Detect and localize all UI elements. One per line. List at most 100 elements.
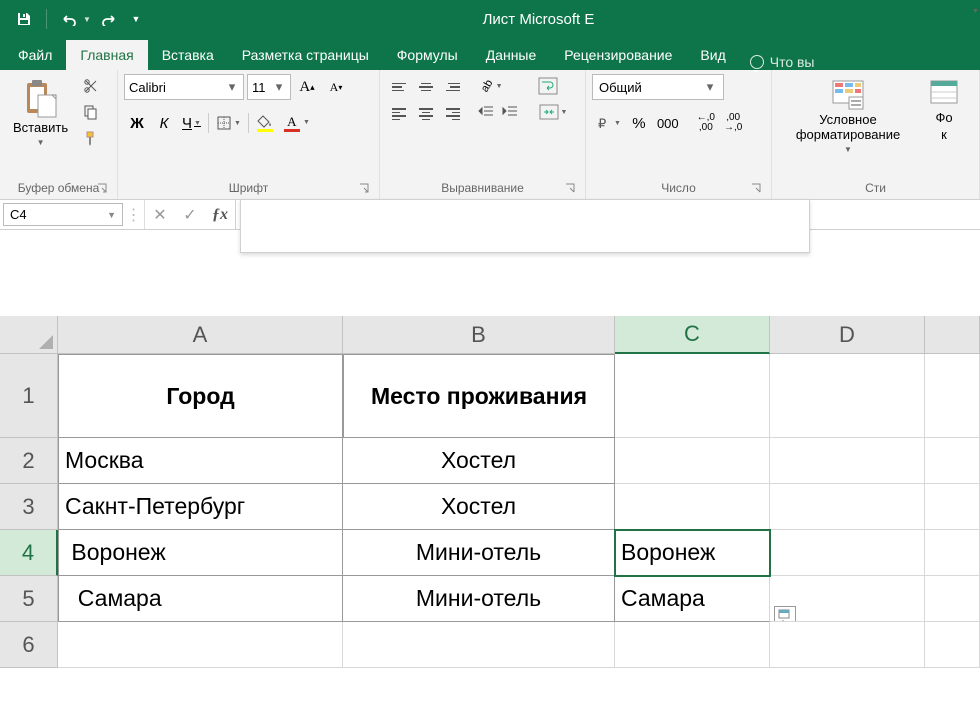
cell-D6[interactable] bbox=[770, 622, 925, 668]
tab-review[interactable]: Рецензирование bbox=[550, 40, 686, 70]
cell-B3[interactable]: Хостел bbox=[343, 484, 615, 530]
row-header-3[interactable]: 3 bbox=[0, 484, 58, 530]
formula-input[interactable]: =СЖПРОБЕЛЫ(A4) bbox=[236, 200, 980, 229]
tell-me[interactable]: Что вы bbox=[740, 54, 825, 70]
format-as-table-button[interactable]: Фо к bbox=[922, 74, 966, 148]
underline-button[interactable]: Ч▼ bbox=[178, 110, 205, 136]
col-header-E[interactable] bbox=[925, 316, 980, 354]
col-header-B[interactable]: B bbox=[343, 316, 615, 354]
cut-button[interactable] bbox=[79, 74, 103, 98]
tab-view[interactable]: Вид bbox=[686, 40, 739, 70]
alignment-dialog-launcher[interactable] bbox=[563, 181, 577, 195]
font-size-caret[interactable]: ▾ bbox=[272, 79, 286, 95]
accounting-button[interactable]: ₽▼ bbox=[592, 110, 625, 136]
wrap-text-button[interactable] bbox=[532, 74, 564, 98]
fill-color-button[interactable]: ▼ bbox=[252, 110, 278, 136]
name-box[interactable]: C4 ▼ bbox=[3, 203, 123, 226]
cell-D3[interactable] bbox=[770, 484, 925, 530]
align-top-button[interactable] bbox=[386, 74, 412, 100]
shrink-font-button[interactable]: A▾ bbox=[323, 74, 349, 100]
font-name-caret[interactable]: ▾ bbox=[225, 79, 239, 95]
cell-A1[interactable]: Город bbox=[58, 354, 343, 438]
increase-decimal-button[interactable]: ←,0,00 bbox=[693, 110, 719, 136]
tab-page-layout[interactable]: Разметка страницы bbox=[228, 40, 383, 70]
redo-button[interactable] bbox=[93, 5, 125, 33]
borders-button[interactable]: ▼ bbox=[212, 110, 245, 136]
number-format-combo[interactable]: Общий ▾ bbox=[592, 74, 724, 100]
cell-A4[interactable]: Воронеж bbox=[58, 530, 343, 576]
cell-B4[interactable]: Мини-отель bbox=[343, 530, 615, 576]
comma-button[interactable]: 000 bbox=[653, 110, 683, 136]
col-header-D[interactable]: D bbox=[770, 316, 925, 354]
cell-B2[interactable]: Хостел bbox=[343, 438, 615, 484]
row-header-2[interactable]: 2 bbox=[0, 438, 58, 484]
align-left-button[interactable] bbox=[386, 101, 412, 127]
cell-E6[interactable] bbox=[925, 622, 980, 668]
cell-C2[interactable] bbox=[615, 438, 770, 484]
cancel-formula-button[interactable]: ✕ bbox=[145, 205, 175, 225]
undo-button[interactable] bbox=[53, 5, 85, 33]
tab-file[interactable]: Файл bbox=[4, 40, 66, 70]
grow-font-button[interactable]: A▴ bbox=[294, 74, 320, 100]
cell-D4[interactable] bbox=[770, 530, 925, 576]
cell-E4[interactable] bbox=[925, 530, 980, 576]
name-box-caret[interactable]: ▼ bbox=[107, 210, 116, 220]
row-header-6[interactable]: 6 bbox=[0, 622, 58, 668]
merge-button[interactable]: ▼ bbox=[532, 100, 574, 124]
cell-D2[interactable] bbox=[770, 438, 925, 484]
autofill-options-button[interactable] bbox=[774, 606, 796, 622]
align-middle-button[interactable] bbox=[413, 74, 439, 100]
italic-button[interactable]: К bbox=[151, 110, 177, 136]
cell-B6[interactable] bbox=[343, 622, 615, 668]
row-header-4[interactable]: 4 bbox=[0, 530, 58, 576]
cell-B5[interactable]: Мини-отель bbox=[343, 576, 615, 622]
save-button[interactable] bbox=[8, 5, 40, 33]
tab-formulas[interactable]: Формулы bbox=[383, 40, 472, 70]
cell-A2[interactable]: Москва bbox=[58, 438, 343, 484]
align-bottom-button[interactable] bbox=[440, 74, 466, 100]
clipboard-dialog-launcher[interactable] bbox=[95, 181, 109, 195]
cell-C6[interactable] bbox=[615, 622, 770, 668]
insert-function-button[interactable]: ƒx bbox=[205, 206, 235, 224]
increase-indent-button[interactable] bbox=[498, 100, 522, 124]
tab-home[interactable]: Главная bbox=[66, 40, 147, 70]
orientation-button[interactable]: ab▼ bbox=[474, 74, 510, 98]
cell-C5[interactable]: Самара bbox=[615, 576, 770, 622]
undo-caret[interactable]: ▼ bbox=[83, 15, 91, 24]
cell-C3[interactable] bbox=[615, 484, 770, 530]
paste-button[interactable]: Вставить ▼ bbox=[6, 74, 75, 152]
qat-customize[interactable]: ▼ bbox=[127, 5, 145, 33]
row-header-1[interactable]: 1 bbox=[0, 354, 58, 438]
align-right-button[interactable] bbox=[440, 101, 466, 127]
cell-E2[interactable] bbox=[925, 438, 980, 484]
cell-B1[interactable]: Место проживания bbox=[343, 354, 615, 438]
align-center-button[interactable] bbox=[413, 101, 439, 127]
cell-E5[interactable] bbox=[925, 576, 980, 622]
cell-A5[interactable]: Самара bbox=[58, 576, 343, 622]
font-name-combo[interactable]: Calibri ▾ bbox=[124, 74, 244, 100]
cell-C4[interactable]: Воронеж bbox=[615, 530, 770, 576]
cell-C1[interactable] bbox=[615, 354, 770, 438]
cell-A3[interactable]: Сакнт-Петербург bbox=[58, 484, 343, 530]
font-color-button[interactable]: А ▼ bbox=[279, 110, 305, 136]
number-dialog-launcher[interactable] bbox=[749, 181, 763, 195]
copy-button[interactable] bbox=[79, 100, 103, 124]
cell-D1[interactable] bbox=[770, 354, 925, 438]
cell-E3[interactable] bbox=[925, 484, 980, 530]
enter-formula-button[interactable]: ✓ bbox=[175, 205, 205, 225]
cell-A6[interactable] bbox=[58, 622, 343, 668]
font-dialog-launcher[interactable] bbox=[357, 181, 371, 195]
cell-E1[interactable] bbox=[925, 354, 980, 438]
tab-data[interactable]: Данные bbox=[472, 40, 551, 70]
col-header-A[interactable]: A bbox=[58, 316, 343, 354]
cell-D5[interactable] bbox=[770, 576, 925, 622]
col-header-C[interactable]: C bbox=[615, 316, 770, 354]
bold-button[interactable]: Ж bbox=[124, 110, 150, 136]
format-painter-button[interactable] bbox=[79, 126, 103, 150]
conditional-formatting-button[interactable]: Условное форматирование ▼ bbox=[778, 74, 918, 159]
decrease-decimal-button[interactable]: ,00→,0 bbox=[720, 110, 746, 136]
font-size-combo[interactable]: 11 ▾ bbox=[247, 74, 291, 100]
decrease-indent-button[interactable] bbox=[474, 100, 498, 124]
select-all-corner[interactable] bbox=[0, 316, 58, 354]
percent-button[interactable]: % bbox=[626, 110, 652, 136]
